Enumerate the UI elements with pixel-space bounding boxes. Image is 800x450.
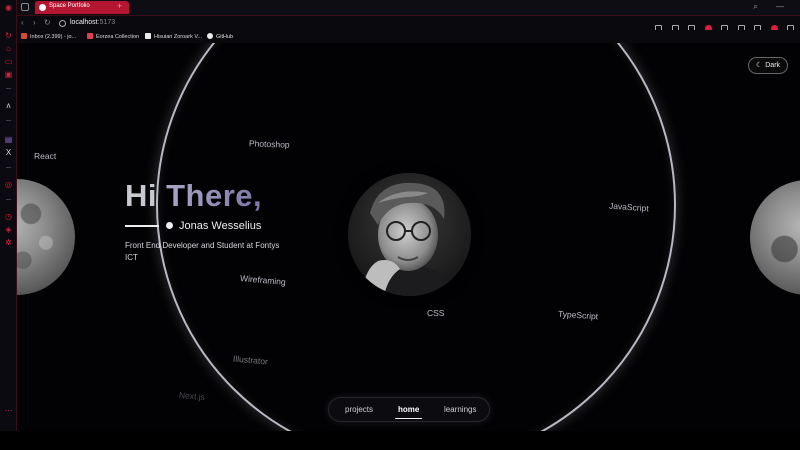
tab-list-icon[interactable] [21,3,29,11]
sidebar-separator [6,88,11,89]
hero-name: Jonas Wesselius [179,220,262,232]
bookmark-zoroark[interactable]: Hisuian Zoroark V... [145,33,202,40]
sidebar-clock-icon[interactable]: ◷ [4,212,13,221]
reload-icon[interactable]: ↻ [44,18,51,27]
greeting-word-gradient: There, [166,178,263,213]
browser-sidebar: ◉ ↻ ⌂ ▭ ▣ ʌ ▤ X ◎ ◷ ◈ ✲ ⋯ [0,0,17,431]
portfolio-page: ☾ Dark React Photoshop JavaScript Wirefra… [17,43,800,431]
theme-toggle-button[interactable]: ☾ Dark [748,57,788,74]
sidebar-settings-icon[interactable]: ✲ [4,238,13,247]
skill-label: Photoshop [248,138,290,150]
eorzea-icon [87,33,93,39]
sidebar-separator [6,120,11,121]
sidebar-separator [6,199,11,200]
sidebar-cube-icon[interactable]: ◈ [4,225,13,234]
toolbar-icons [650,19,794,32]
github-icon [207,33,213,39]
sidebar-separator [6,167,11,168]
gmail-icon [21,33,27,39]
address-bar: ‹ › ↻ localhost:5173 [17,15,800,32]
sidebar-screen-icon[interactable]: ▭ [4,57,13,66]
hero-greeting: Hi There, [125,178,262,214]
sidebar-shop-icon[interactable]: ⌂ [4,44,13,53]
bookmark-label: Hisuian Zoroark V... [154,34,203,40]
moon-image-right [750,180,800,295]
sidebar-mail-icon[interactable]: ▣ [4,70,13,79]
new-tab-plus-icon[interactable]: + [117,1,122,11]
window-search-icon[interactable]: ⌕ — [753,2,792,12]
sidebar-player-icon[interactable]: ◎ [4,180,13,189]
page-icon [145,33,151,39]
moon-image-left [17,179,75,295]
site-info-icon[interactable] [59,20,66,27]
active-nav-indicator [395,418,422,419]
url-field[interactable]: localhost:5173 [70,19,115,26]
bookmark-github[interactable]: GitHub [207,33,233,40]
browser-logo-icon[interactable]: ◉ [4,3,13,12]
bookmark-label: Eorzea Collection [96,34,140,40]
theme-toggle-label: Dark [765,62,781,69]
bookmark-inbox[interactable]: Inbox (2.399) - jo... [21,33,76,40]
tab-bar: Space Portfolio + ⌕ — [17,0,800,15]
url-host: localhost [70,19,98,26]
sidebar-twitch-icon[interactable]: ▤ [4,135,13,144]
tab-title: Space Portfolio [49,3,90,9]
crescent-moon-icon: ☾ [755,62,763,69]
greeting-word: Hi [125,178,157,213]
skill-label: CSS [427,308,445,318]
bookmark-label: GitHub [216,34,234,40]
url-port: :5173 [97,19,116,26]
bookmark-eorzea[interactable]: Eorzea Collection [87,33,139,40]
os-taskbar [0,431,800,450]
back-arrow-icon[interactable]: ‹ [21,18,24,27]
sidebar-more-icon[interactable]: ⋯ [4,406,13,415]
nav-home[interactable]: home [398,405,419,414]
bookmarks-bar: Inbox (2.399) - jo... Eorzea Collection … [17,30,800,43]
sidebar-refresh-icon[interactable]: ↻ [4,31,13,40]
profile-photo-illustration [348,173,471,296]
sidebar-x-icon[interactable]: X [4,148,13,157]
nav-projects[interactable]: projects [345,405,373,414]
bottom-nav: projects home learnings [328,397,490,422]
name-line-decoration [125,225,159,227]
profile-photo [348,173,471,296]
tab-favicon-icon [39,4,46,11]
name-dot-decoration [166,222,173,229]
bookmark-label: Inbox (2.399) - jo... [30,34,77,40]
skill-label: Next.js [178,389,206,403]
sidebar-app-icon[interactable]: ʌ [4,101,13,110]
skill-label: React [34,151,57,161]
forward-arrow-icon[interactable]: › [33,18,36,27]
nav-learnings[interactable]: learnings [444,405,476,414]
hero-subtitle: Front End Developer and Student at Fonty… [125,241,280,262]
tab-active[interactable]: Space Portfolio [35,1,129,14]
